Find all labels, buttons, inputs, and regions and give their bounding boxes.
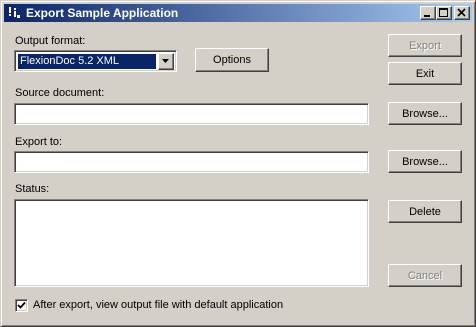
close-icon: [457, 8, 466, 17]
source-browse-button[interactable]: Browse...: [388, 102, 462, 125]
status-textarea[interactable]: [14, 199, 369, 287]
chevron-down-icon: [162, 59, 169, 63]
view-output-checkbox[interactable]: [15, 299, 28, 312]
export-to-field[interactable]: [14, 151, 369, 173]
title-bar[interactable]: Export Sample Application: [4, 4, 472, 22]
output-format-selected: FlexionDoc 5.2 XML: [18, 54, 156, 69]
delete-button[interactable]: Delete: [388, 200, 462, 223]
dropdown-button[interactable]: [158, 53, 174, 70]
view-output-label[interactable]: After export, view output file with defa…: [33, 299, 283, 311]
minimize-button[interactable]: [420, 6, 436, 20]
app-icon: [6, 5, 22, 21]
export-to-label: Export to:: [15, 136, 63, 148]
exit-button[interactable]: Exit: [388, 62, 462, 85]
close-button[interactable]: [454, 6, 470, 20]
maximize-icon: [439, 8, 448, 17]
source-document-field[interactable]: [14, 103, 369, 125]
status-label: Status:: [15, 183, 50, 195]
cancel-button[interactable]: Cancel: [388, 264, 462, 287]
window-title: Export Sample Application: [26, 6, 179, 20]
output-format-select[interactable]: FlexionDoc 5.2 XML: [14, 50, 177, 72]
maximize-button[interactable]: [436, 6, 452, 20]
output-format-label: Output format:: [15, 35, 86, 47]
checkmark-icon: [17, 301, 26, 309]
export-button[interactable]: Export: [388, 34, 462, 57]
minimize-icon: [424, 15, 430, 17]
source-document-label: Source document:: [15, 87, 105, 99]
app-window: Export Sample Application Output format:…: [0, 0, 476, 327]
export-browse-button[interactable]: Browse...: [388, 150, 462, 173]
options-button[interactable]: Options: [195, 48, 269, 72]
